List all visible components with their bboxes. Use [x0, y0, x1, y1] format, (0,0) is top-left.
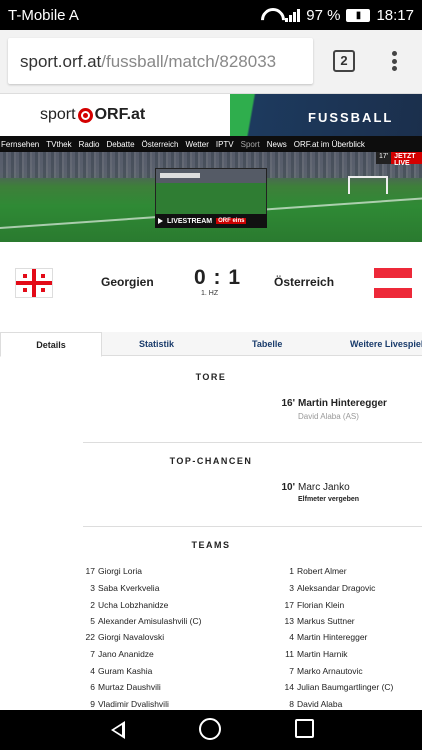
- battery-percent: 97 %: [306, 6, 341, 24]
- carrier-label: T-Mobile A: [8, 6, 79, 24]
- live-badge: 17' JETZT LIVE: [376, 152, 422, 167]
- match-period: 1. HZ: [201, 290, 219, 297]
- nav-item-sport[interactable]: Sport: [240, 140, 266, 149]
- teams-heading: TEAMS: [191, 540, 231, 550]
- away-team-name: Österreich: [274, 275, 335, 289]
- nav-item-radio[interactable]: Radio: [78, 140, 106, 149]
- nav-item-tvthek[interactable]: TVthek: [45, 140, 77, 149]
- livestream-button[interactable]: LIVESTREAM ORF eins: [155, 214, 267, 228]
- clock: 18:17: [376, 6, 414, 24]
- recent-apps-icon[interactable]: [295, 719, 314, 738]
- tab-statistik[interactable]: Statistik: [139, 332, 174, 356]
- scoreboard: Georgien 0 : 1 1. HZ Österreich: [0, 242, 422, 332]
- nav-item-wetter[interactable]: Wetter: [184, 140, 214, 149]
- wifi-icon: [261, 8, 279, 22]
- tab-switcher-button[interactable]: 2: [333, 50, 355, 72]
- home-icon[interactable]: [199, 718, 221, 740]
- status-bar: T-Mobile A 97 % ▮ 18:17: [0, 0, 422, 30]
- goal-graphic: [348, 176, 388, 194]
- overflow-menu-icon[interactable]: [386, 48, 402, 74]
- georgia-flag-icon: [15, 268, 53, 298]
- orf-logo-icon: [77, 107, 93, 123]
- chance-player: Marc Janko: [298, 482, 350, 493]
- battery-icon: ▮: [346, 8, 371, 22]
- goal-scorer: Martin Hinteregger: [298, 398, 387, 409]
- stadium-banner: LIVESTREAM ORF eins: [0, 152, 422, 242]
- url-host: sport.orf.at: [20, 52, 102, 71]
- orf-eins-logo: ORF eins: [216, 218, 247, 224]
- goals-heading: TORE: [195, 372, 227, 382]
- goal-assist: David Alaba (AS): [298, 412, 359, 421]
- home-team-name: Georgien: [101, 275, 154, 289]
- chance-minute: 10': [281, 482, 295, 493]
- nav-item-oesterreich[interactable]: Österreich: [141, 140, 185, 149]
- orf-network-nav: Fernsehen TVthek Radio Debatte Österreic…: [0, 136, 422, 152]
- tab-weitere-livespiele[interactable]: Weitere Livespiele: [350, 332, 422, 356]
- system-nav-bar: [0, 710, 422, 750]
- nav-item-news[interactable]: News: [266, 140, 293, 149]
- url-path: /fussball/match/828033: [101, 52, 277, 71]
- match-tabs: Details Statistik Tabelle Weitere Livesp…: [0, 332, 422, 357]
- site-header: sport ORF.at FUSSBALL: [0, 94, 422, 136]
- tab-details[interactable]: Details: [0, 332, 102, 357]
- back-icon[interactable]: [111, 721, 125, 739]
- austria-flag-icon: [374, 268, 412, 298]
- tab-tabelle[interactable]: Tabelle: [252, 332, 282, 356]
- match-score: 0 : 1: [194, 266, 242, 289]
- goal-minute: 16': [281, 398, 295, 409]
- nav-item-fernsehen[interactable]: Fernsehen: [0, 140, 45, 149]
- browser-toolbar: sport.orf.at/fussball/match/828033 2: [0, 30, 422, 94]
- nav-item-debatte[interactable]: Debatte: [106, 140, 141, 149]
- chance-note: Elfmeter vergeben: [298, 496, 360, 503]
- url-bar[interactable]: sport.orf.at/fussball/match/828033: [8, 38, 313, 84]
- play-icon: [158, 218, 163, 224]
- chances-heading: TOP-CHANCEN: [169, 456, 253, 466]
- signal-icon: [285, 8, 301, 22]
- sport-orf-logo[interactable]: sport ORF.at: [40, 106, 145, 124]
- nav-item-overview[interactable]: ORF.at im Überblick: [293, 140, 371, 149]
- nav-item-iptv[interactable]: IPTV: [215, 140, 240, 149]
- section-title[interactable]: FUSSBALL: [230, 94, 422, 136]
